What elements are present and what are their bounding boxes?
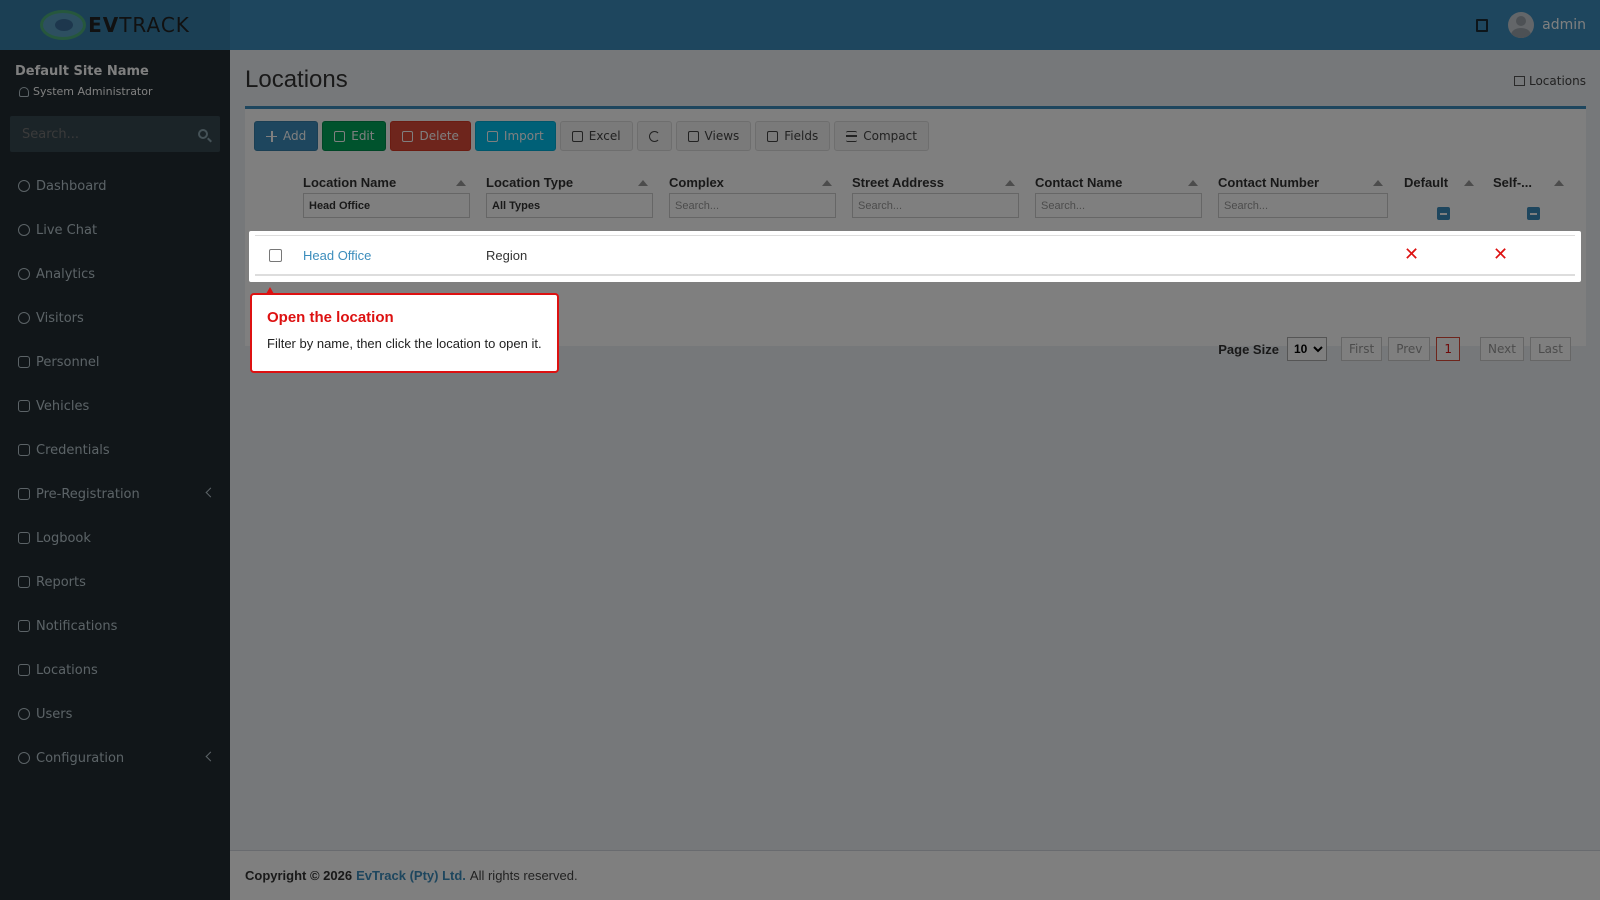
location-link[interactable]: Head Office — [303, 248, 371, 263]
tooltip-body: Filter by name, then click the location … — [267, 336, 542, 351]
default-false-icon: ✕ — [1404, 244, 1420, 265]
row-checkbox[interactable] — [269, 249, 282, 262]
self-false-icon: ✕ — [1493, 244, 1509, 265]
tour-tooltip: Open the location Filter by name, then c… — [250, 287, 559, 373]
table-row[interactable]: Head Office Region ✕ ✕ — [249, 231, 1581, 282]
tour-overlay — [0, 0, 1600, 900]
location-type-cell: Region — [486, 248, 528, 263]
tooltip-title: Open the location — [267, 309, 394, 326]
